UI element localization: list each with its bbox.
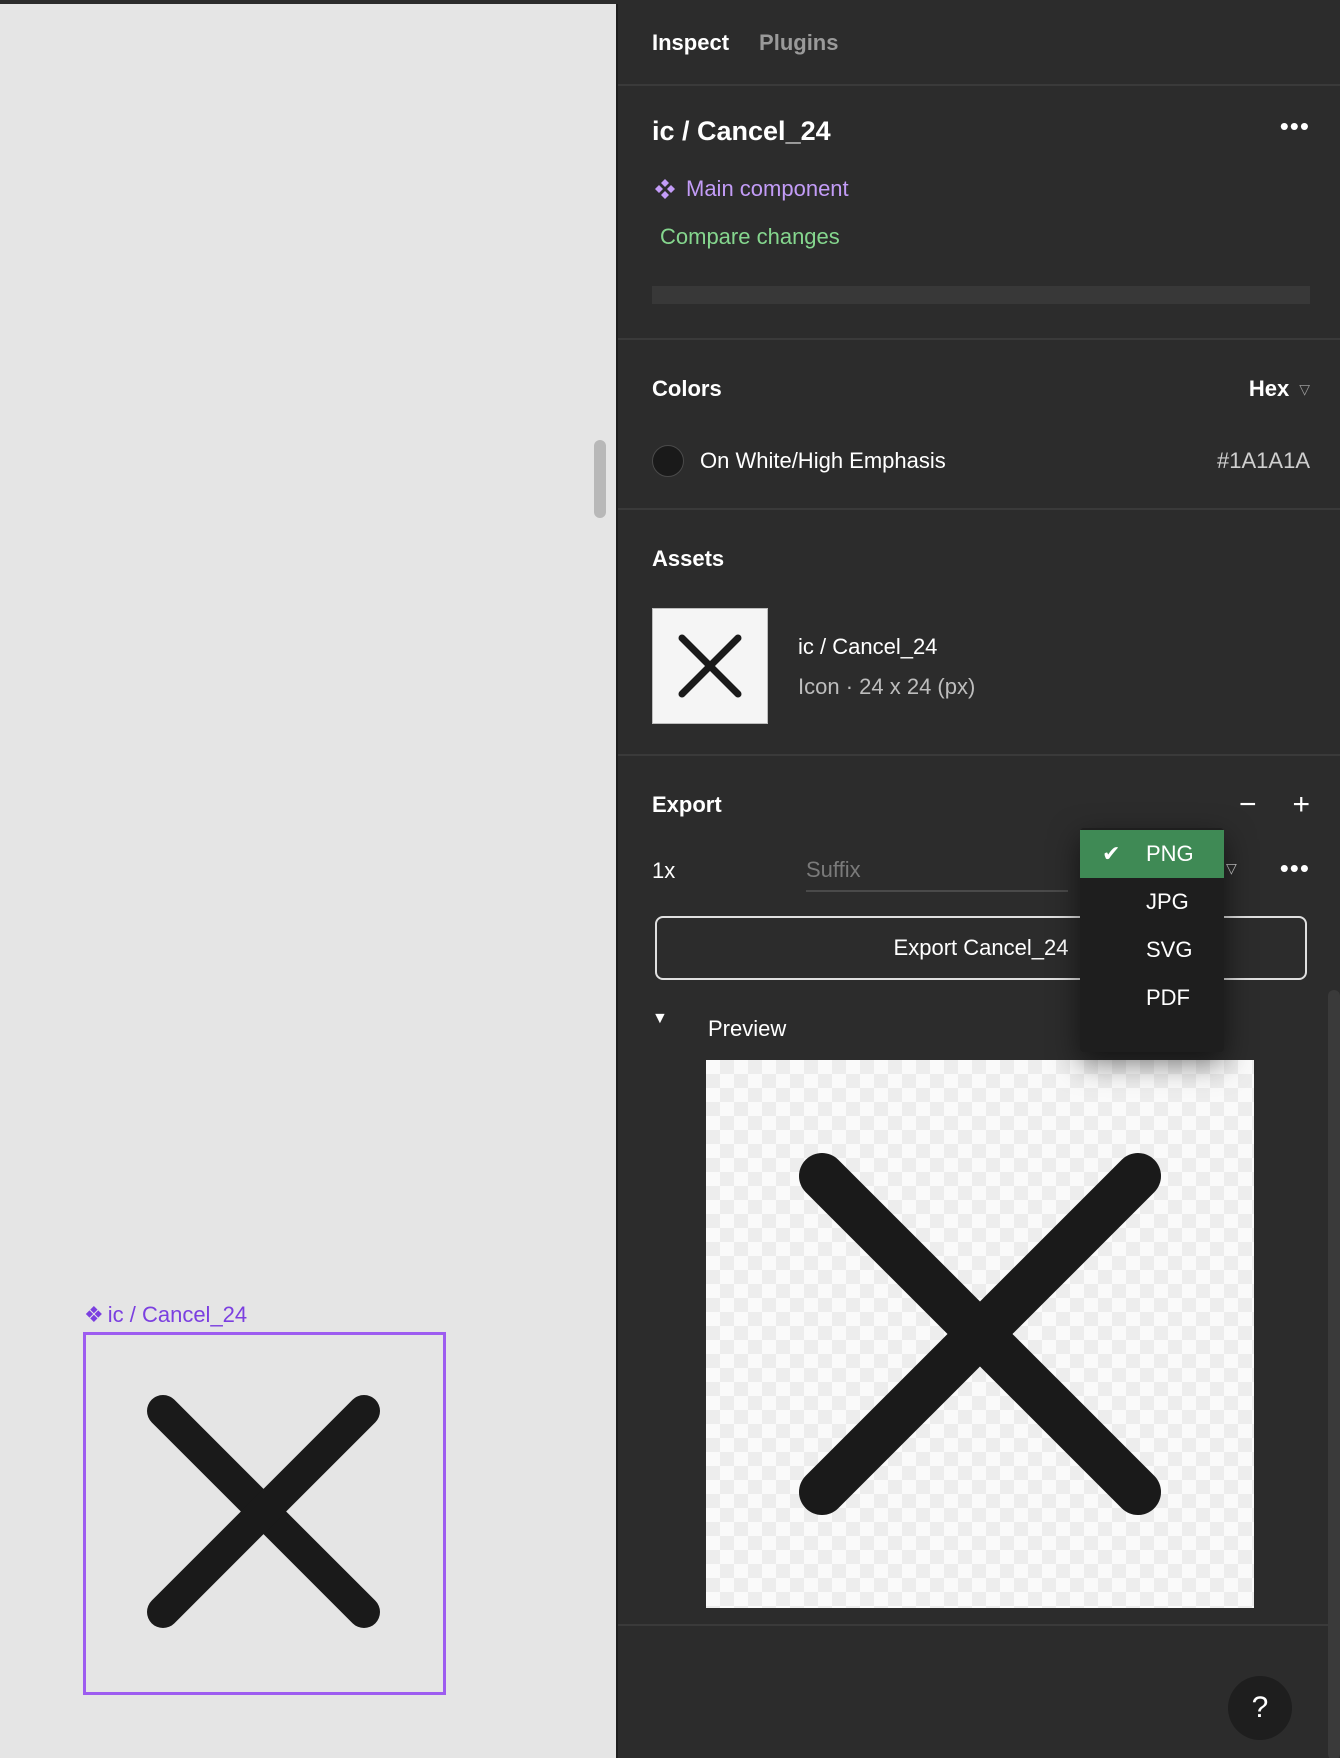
preview-label[interactable]: Preview (708, 1016, 786, 1042)
suffix-input[interactable] (806, 850, 1068, 892)
export-title: Export (652, 792, 722, 817)
more-icon[interactable]: ••• (1280, 113, 1310, 139)
format-option-jpg[interactable]: JPG (1080, 878, 1224, 926)
divider (618, 338, 1340, 340)
asset-meta: Icon · 24 x 24 (px) (798, 674, 976, 699)
color-hex-value[interactable]: #1A1A1A (1217, 448, 1310, 474)
format-option-png[interactable]: ✔ PNG (1080, 830, 1224, 878)
help-button[interactable]: ? (1228, 1676, 1292, 1740)
colors-title: Colors (652, 376, 722, 401)
format-option-pdf[interactable]: PDF (1080, 974, 1224, 1022)
plus-icon[interactable]: + (1292, 790, 1310, 820)
tab-plugins[interactable]: Plugins (759, 30, 838, 56)
more-icon[interactable]: ••• (1280, 855, 1310, 881)
cancel-icon (147, 1395, 380, 1628)
color-format-value: Hex (1248, 376, 1290, 401)
export-actions: − + (1239, 790, 1310, 820)
main-component-link[interactable]: Main component (654, 176, 849, 202)
canvas-scrollbar[interactable] (594, 440, 606, 518)
main-component-label: Main component (686, 176, 849, 201)
chevron-down-icon[interactable]: ▽ (1226, 860, 1237, 877)
tab-inspect[interactable]: Inspect (652, 30, 729, 56)
color-swatch (652, 445, 684, 477)
export-preview (706, 1060, 1254, 1608)
cancel-icon (678, 634, 742, 698)
color-format-select[interactable]: Hex ▽ (1249, 376, 1310, 402)
inspect-panel: Inspect Plugins ic / Cancel_24 ••• Main … (616, 4, 1340, 1758)
format-option-label: JPG (1146, 889, 1189, 914)
layer-title: ic / Cancel_24 (652, 116, 831, 146)
divider (618, 754, 1340, 756)
format-option-label: PNG (1146, 841, 1194, 866)
collapsed-section (652, 286, 1310, 304)
color-row[interactable]: On White/High Emphasis #1A1A1A (652, 444, 1310, 478)
compare-changes-link[interactable]: Compare changes (660, 224, 840, 250)
format-option-svg[interactable]: SVG (1080, 926, 1224, 974)
divider (618, 508, 1340, 510)
component-icon: ❖ (84, 1302, 104, 1327)
format-option-label: SVG (1146, 937, 1193, 962)
format-option-label: PDF (1146, 985, 1190, 1010)
divider (618, 1624, 1340, 1626)
frame-label[interactable]: ❖ ic / Cancel_24 (84, 1302, 247, 1328)
assets-title: Assets (652, 546, 725, 571)
format-dropdown-menu: ✔ PNG JPG SVG PDF (1080, 828, 1224, 1052)
component-icon (655, 179, 675, 199)
asset-thumbnail[interactable] (652, 608, 768, 724)
triangle-down-icon[interactable]: ▼ (652, 1010, 668, 1028)
chevron-down-icon: ▽ (1299, 380, 1310, 397)
check-icon: ✔ (1102, 841, 1121, 866)
asset-name: ic / Cancel_24 (798, 634, 938, 659)
frame-label-text: ic / Cancel_24 (107, 1302, 248, 1327)
export-scale[interactable]: 1x (652, 858, 675, 884)
panel-tabs: Inspect Plugins (652, 30, 838, 56)
divider (618, 84, 1340, 86)
color-name: On White/High Emphasis (700, 448, 946, 473)
minus-icon[interactable]: − (1239, 790, 1257, 820)
selected-frame[interactable] (83, 1332, 446, 1695)
cancel-icon (799, 1153, 1161, 1515)
panel-scrollbar[interactable] (1328, 990, 1340, 1758)
